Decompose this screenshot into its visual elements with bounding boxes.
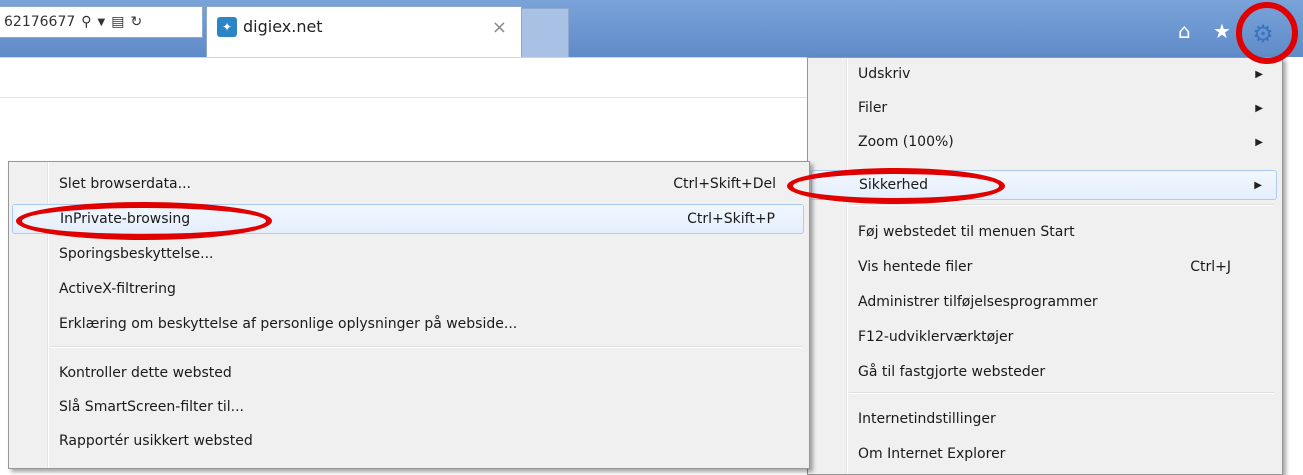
menu-item-label: Vis hentede filer [858, 259, 973, 275]
menu-item-label: Gå til fastgjorte websteder [858, 364, 1046, 380]
chevron-down-icon[interactable]: ▼ [98, 17, 106, 28]
menu-item-label: Udskriv [858, 66, 911, 82]
menu-item-files[interactable]: Filer ▶ [811, 93, 1277, 123]
submenu-arrow-icon: ▶ [1255, 68, 1263, 80]
menu-item-check-website[interactable]: Kontroller dette websted [12, 358, 804, 388]
annotation-circle-safety [787, 168, 1005, 204]
submenu-arrow-icon: ▶ [1254, 179, 1262, 191]
menu-item-smartscreen-filter[interactable]: Slå SmartScreen-filter til... [12, 392, 804, 422]
menu-separator [849, 204, 1274, 206]
annotation-circle-tools [1236, 2, 1298, 64]
browser-title-bar: 62176677 ⚲ ▼ ▤ ↻ ✦ digiex.net × ⌂ ★ ⚙ [0, 0, 1303, 59]
menu-item-label: ActiveX-filtrering [59, 281, 176, 297]
menu-item-zoom[interactable]: Zoom (100%) ▶ [811, 127, 1277, 157]
tab-title: digiex.net [243, 17, 323, 36]
tab-digiex[interactable]: ✦ digiex.net × [206, 6, 522, 58]
menu-item-f12-tools[interactable]: F12-udviklerværktøjer [811, 322, 1277, 352]
menu-item-label: Om Internet Explorer [858, 446, 1006, 462]
home-icon[interactable]: ⌂ [1178, 19, 1191, 43]
command-bar [0, 57, 807, 98]
menu-item-add-to-start[interactable]: Føj webstedet til menuen Start [811, 217, 1277, 247]
close-icon[interactable]: × [492, 17, 507, 38]
menu-item-label: Zoom (100%) [858, 134, 954, 150]
menu-item-internet-options[interactable]: Internetindstillinger [811, 404, 1277, 434]
menu-item-label: Slet browserdata... [59, 176, 191, 192]
menu-separator [50, 346, 802, 348]
menu-item-label: Administrer tilføjelsesprogrammer [858, 294, 1098, 310]
submenu-arrow-icon: ▶ [1255, 102, 1263, 114]
menu-item-tracking-protection[interactable]: Sporingsbeskyttelse... [12, 239, 804, 269]
compatibility-view-icon[interactable]: ▤ [111, 14, 124, 30]
menu-item-label: Slå SmartScreen-filter til... [59, 399, 244, 415]
menu-item-label: Internetindstillinger [858, 411, 996, 427]
search-icon[interactable]: ⚲ [81, 14, 91, 30]
menu-item-downloads[interactable]: Vis hentede filer Ctrl+J [811, 252, 1277, 282]
menu-item-activex-filtering[interactable]: ActiveX-filtrering [12, 274, 804, 304]
menu-item-print[interactable]: Udskriv ▶ [811, 59, 1277, 89]
menu-item-shortcut: Ctrl+Skift+Del [673, 176, 776, 192]
menu-separator [849, 392, 1274, 394]
annotation-circle-inprivate [16, 202, 272, 240]
menu-item-label: F12-udviklerværktøjer [858, 329, 1014, 345]
menu-item-shortcut: Ctrl+Skift+P [687, 211, 775, 227]
menu-item-label: Føj webstedet til menuen Start [858, 224, 1075, 240]
tools-menu: Udskriv ▶ Filer ▶ Zoom (100%) ▶ Sikkerhe… [807, 57, 1283, 475]
menu-item-pinned-sites[interactable]: Gå til fastgjorte websteder [811, 357, 1277, 387]
menu-item-label: Rapportér usikkert websted [59, 433, 253, 449]
menu-item-delete-browsing-history[interactable]: Slet browserdata... Ctrl+Skift+Del [12, 169, 804, 199]
new-tab-button[interactable] [521, 8, 569, 59]
menu-item-report-unsafe-website[interactable]: Rapportér usikkert websted [12, 426, 804, 456]
address-bar[interactable]: 62176677 ⚲ ▼ ▤ ↻ [0, 6, 203, 38]
menu-item-label: Erklæring om beskyttelse af personlige o… [59, 316, 518, 332]
menu-item-label: Filer [858, 100, 888, 116]
menu-item-manage-addons[interactable]: Administrer tilføjelsesprogrammer [811, 287, 1277, 317]
menu-item-label: Kontroller dette websted [59, 365, 232, 381]
menu-item-shortcut: Ctrl+J [1190, 259, 1231, 275]
menu-item-label: Sporingsbeskyttelse... [59, 246, 214, 262]
submenu-arrow-icon: ▶ [1255, 136, 1263, 148]
menu-item-privacy-report[interactable]: Erklæring om beskyttelse af personlige o… [12, 309, 804, 339]
refresh-icon[interactable]: ↻ [130, 14, 142, 30]
address-text[interactable]: 62176677 [4, 14, 75, 30]
menu-item-about-ie[interactable]: Om Internet Explorer [811, 439, 1277, 469]
star-icon[interactable]: ★ [1213, 19, 1231, 43]
site-favicon-icon: ✦ [217, 17, 237, 37]
